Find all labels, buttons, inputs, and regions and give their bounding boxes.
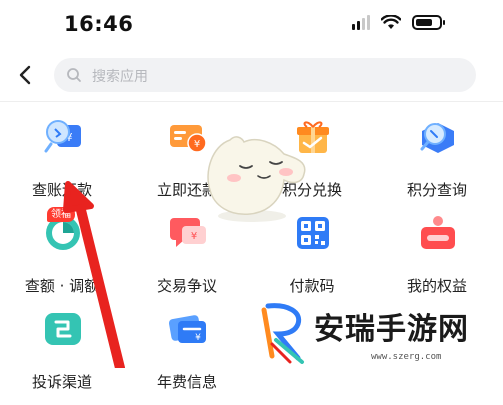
search-placeholder: 搜索应用 xyxy=(92,69,148,85)
watermark-title: 安瑞手游网 xyxy=(314,312,469,347)
watermark: 安瑞手游网 www.szerg.com xyxy=(256,296,503,368)
points-search-icon xyxy=(420,123,454,153)
wifi-icon xyxy=(381,14,401,29)
grid-label: 查账还款 xyxy=(31,181,92,199)
promo-badge: 领福 xyxy=(47,207,75,222)
annual-fee-icon: ¥ xyxy=(168,315,206,343)
watermark-url: www.szerg.com xyxy=(371,352,442,362)
battery-icon xyxy=(412,14,445,30)
grid-label: 积分查询 xyxy=(406,181,467,199)
grid-item-points-query[interactable]: 积分查询 xyxy=(376,117,498,213)
grid-item-limit-adjust[interactable]: 查额 · 调额 xyxy=(1,213,123,309)
grid-label: 付款码 xyxy=(289,277,335,295)
status-bar: 16:46 xyxy=(0,0,503,46)
grid-item-my-benefits[interactable]: 我的权益 xyxy=(376,213,498,309)
grid-item-bill-check[interactable]: ¥ 查账还款 xyxy=(1,117,123,213)
chevron-left-icon xyxy=(19,65,31,85)
grid-label: 交易争议 xyxy=(156,277,217,295)
status-icons xyxy=(352,14,445,30)
grid-item-payment-code[interactable]: 付款码 xyxy=(251,213,373,309)
grid-item-transaction-dispute[interactable]: ¥ 交易争议 xyxy=(126,213,248,309)
back-button[interactable] xyxy=(10,58,44,92)
grid-item-complaint-channel[interactable]: 投诉渠道 xyxy=(1,309,123,405)
search-icon xyxy=(67,68,81,82)
grid-label: 投诉渠道 xyxy=(31,373,92,391)
search-input[interactable]: 搜索应用 xyxy=(54,58,476,92)
svg-text:¥: ¥ xyxy=(191,231,197,242)
divider xyxy=(0,101,503,102)
bill-search-icon: ¥ xyxy=(44,120,81,153)
benefits-icon xyxy=(421,216,455,249)
grid-label: 我的权益 xyxy=(406,277,467,295)
svg-text:¥: ¥ xyxy=(195,333,201,343)
grid-label: 年费信息 xyxy=(156,373,217,391)
watermark-logo-icon xyxy=(261,303,304,364)
signal-icon xyxy=(352,14,370,30)
mascot-sticker xyxy=(207,136,306,222)
complaint-channel-icon xyxy=(45,313,81,345)
grid-item-annual-fee[interactable]: ¥ 年费信息 xyxy=(126,309,248,405)
grid-label: 查额 · 调额 xyxy=(24,277,100,295)
status-time: 16:46 xyxy=(64,12,134,36)
nav-bar: 搜索应用 xyxy=(0,56,503,96)
